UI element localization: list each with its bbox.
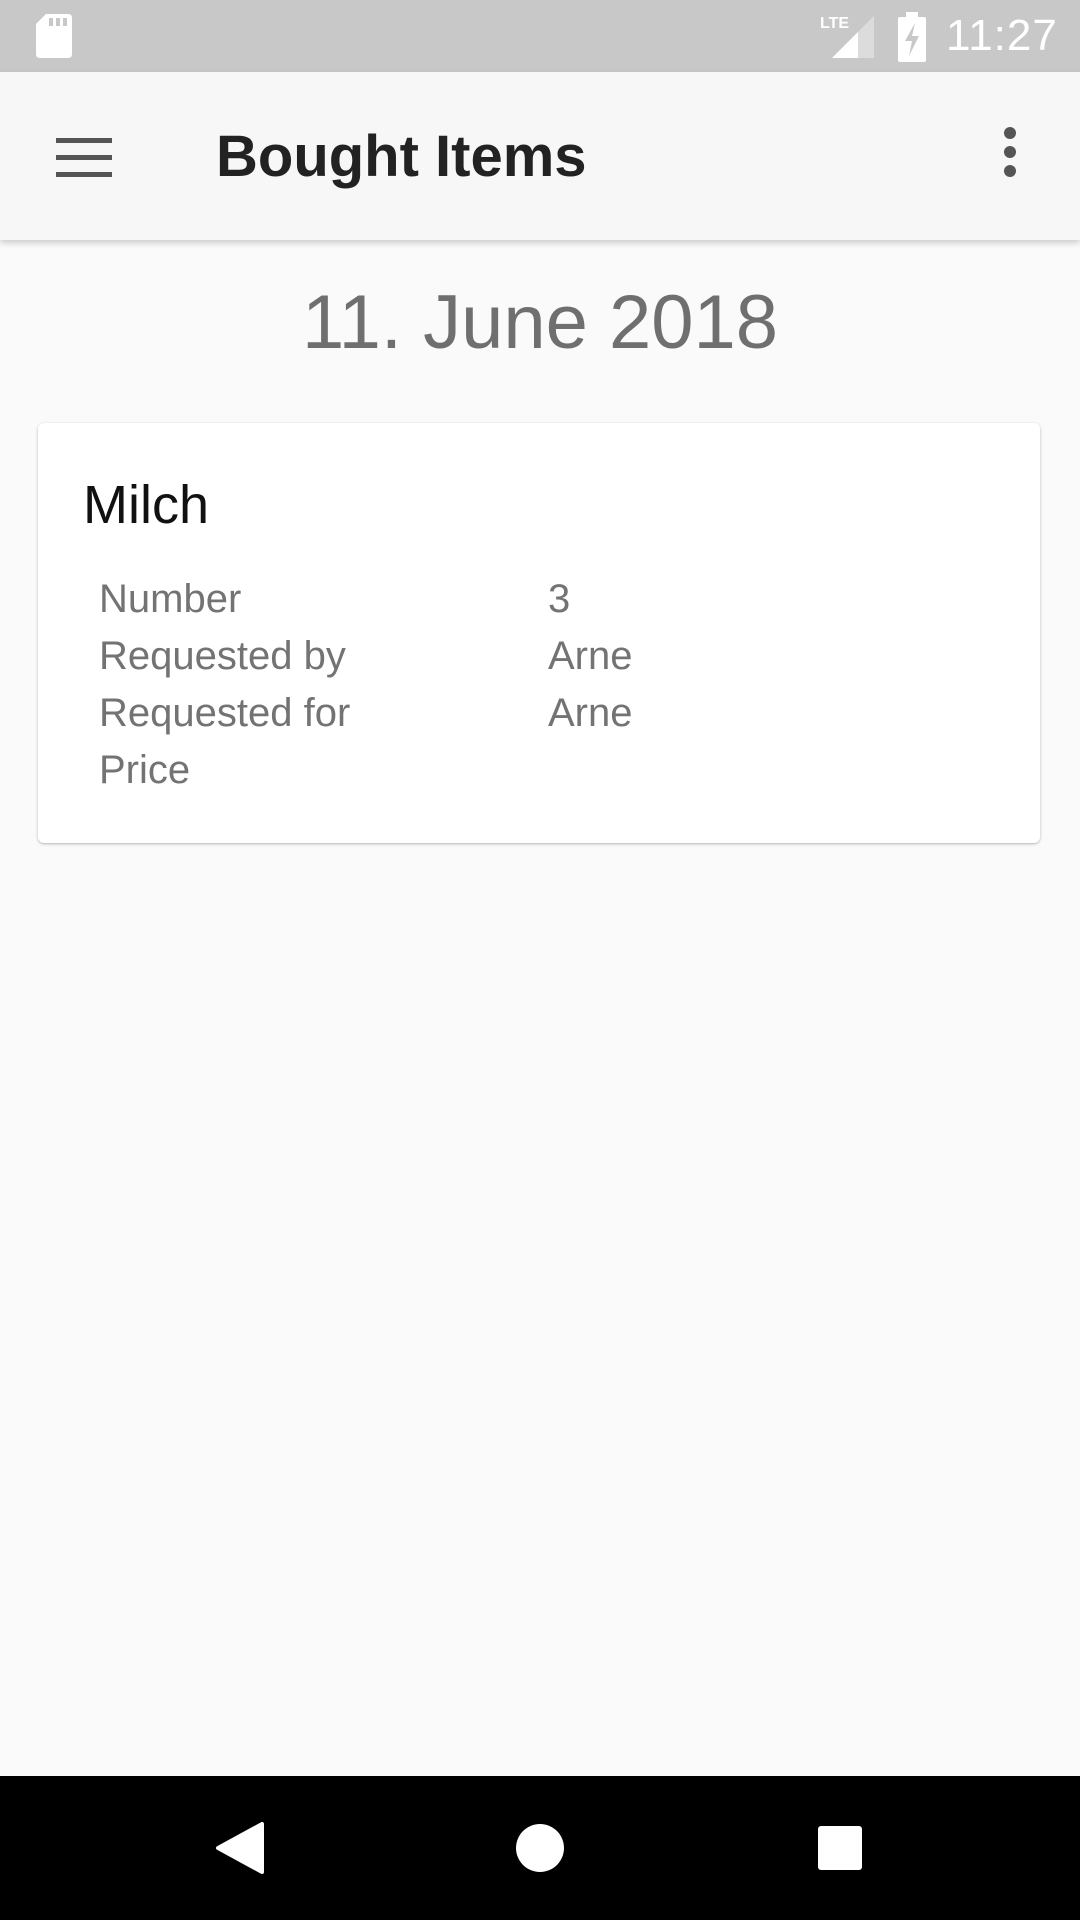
status-bar: LTE 11:27 <box>0 0 1080 72</box>
detail-value: Arne <box>548 634 633 678</box>
battery-charging-icon <box>898 12 926 62</box>
recents-button[interactable] <box>800 1808 880 1888</box>
page-title: Bought Items <box>216 124 587 189</box>
detail-label: Requested by <box>99 634 346 678</box>
detail-value: Arne <box>548 691 633 735</box>
app-bar: Bought Items <box>0 72 1080 240</box>
detail-value: 3 <box>548 577 571 621</box>
menu-button[interactable] <box>28 116 140 196</box>
detail-row-price: Price <box>99 742 999 799</box>
detail-label: Requested for <box>99 691 351 735</box>
detail-row-requested-by: Requested by Arne <box>99 628 999 685</box>
item-card[interactable]: Milch Number 3 Requested by Arne Request… <box>38 423 1040 843</box>
home-button[interactable] <box>500 1808 580 1888</box>
detail-row-requested-for: Requested for Arne <box>99 685 999 742</box>
sd-card-icon <box>36 14 72 58</box>
overflow-menu-icon <box>1004 127 1016 177</box>
date-header: 11. June 2018 <box>301 280 779 365</box>
item-name: Milch <box>83 475 210 535</box>
status-bar-clock: 11:27 <box>946 11 1058 60</box>
recents-icon <box>818 1826 862 1870</box>
detail-row-number: Number 3 <box>99 571 999 628</box>
back-icon <box>216 1822 264 1874</box>
detail-label: Number <box>99 577 242 621</box>
detail-label: Price <box>99 748 191 792</box>
back-button[interactable] <box>200 1808 280 1888</box>
navigation-bar <box>0 1776 1080 1920</box>
svg-text:LTE: LTE <box>820 15 849 32</box>
menu-icon <box>56 138 112 177</box>
lte-signal-icon: LTE <box>820 15 874 58</box>
overflow-menu-button[interactable] <box>982 116 1046 196</box>
home-icon <box>516 1824 564 1872</box>
